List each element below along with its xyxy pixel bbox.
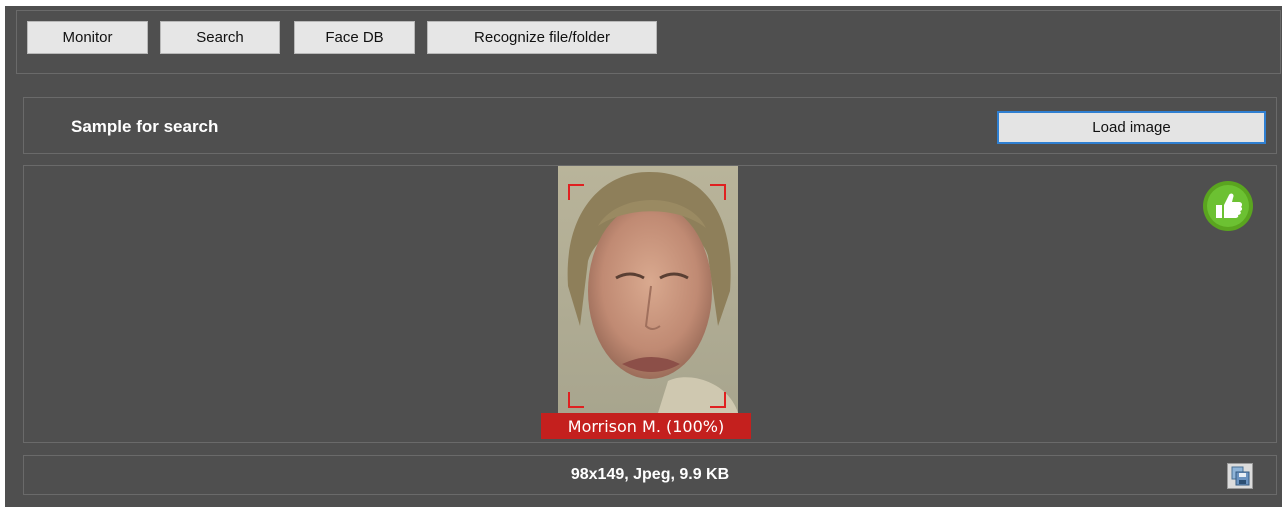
tab-face-db[interactable]: Face DB [294, 21, 415, 54]
section-title: Sample for search [71, 117, 219, 136]
status-bar: 98x149, Jpeg, 9.9 KB [23, 455, 1277, 495]
thumbs-up-icon[interactable] [1202, 180, 1254, 232]
face-match-label: Morrison M. (100%) [541, 413, 751, 439]
face-frame-corner [568, 392, 584, 408]
load-image-button[interactable]: Load image [997, 111, 1266, 144]
tab-toolbar: Monitor Search Face DB Recognize file/fo… [16, 10, 1281, 74]
sample-image-panel: Morrison M. (100%) [23, 165, 1277, 443]
face-photo [558, 166, 738, 413]
save-icon[interactable] [1227, 463, 1253, 489]
tab-search[interactable]: Search [160, 21, 280, 54]
face-result: Morrison M. (100%) [541, 166, 751, 439]
tab-recognize-file-folder[interactable]: Recognize file/folder [427, 21, 657, 54]
face-frame-corner [568, 184, 584, 200]
face-frame-corner [710, 392, 726, 408]
search-window: Monitor Search Face DB Recognize file/fo… [5, 6, 1282, 507]
image-info-text: 98x149, Jpeg, 9.9 KB [570, 466, 730, 483]
face-frame-corner [710, 184, 726, 200]
sample-header: Sample for search Load image [23, 97, 1277, 154]
tab-monitor[interactable]: Monitor [27, 21, 148, 54]
